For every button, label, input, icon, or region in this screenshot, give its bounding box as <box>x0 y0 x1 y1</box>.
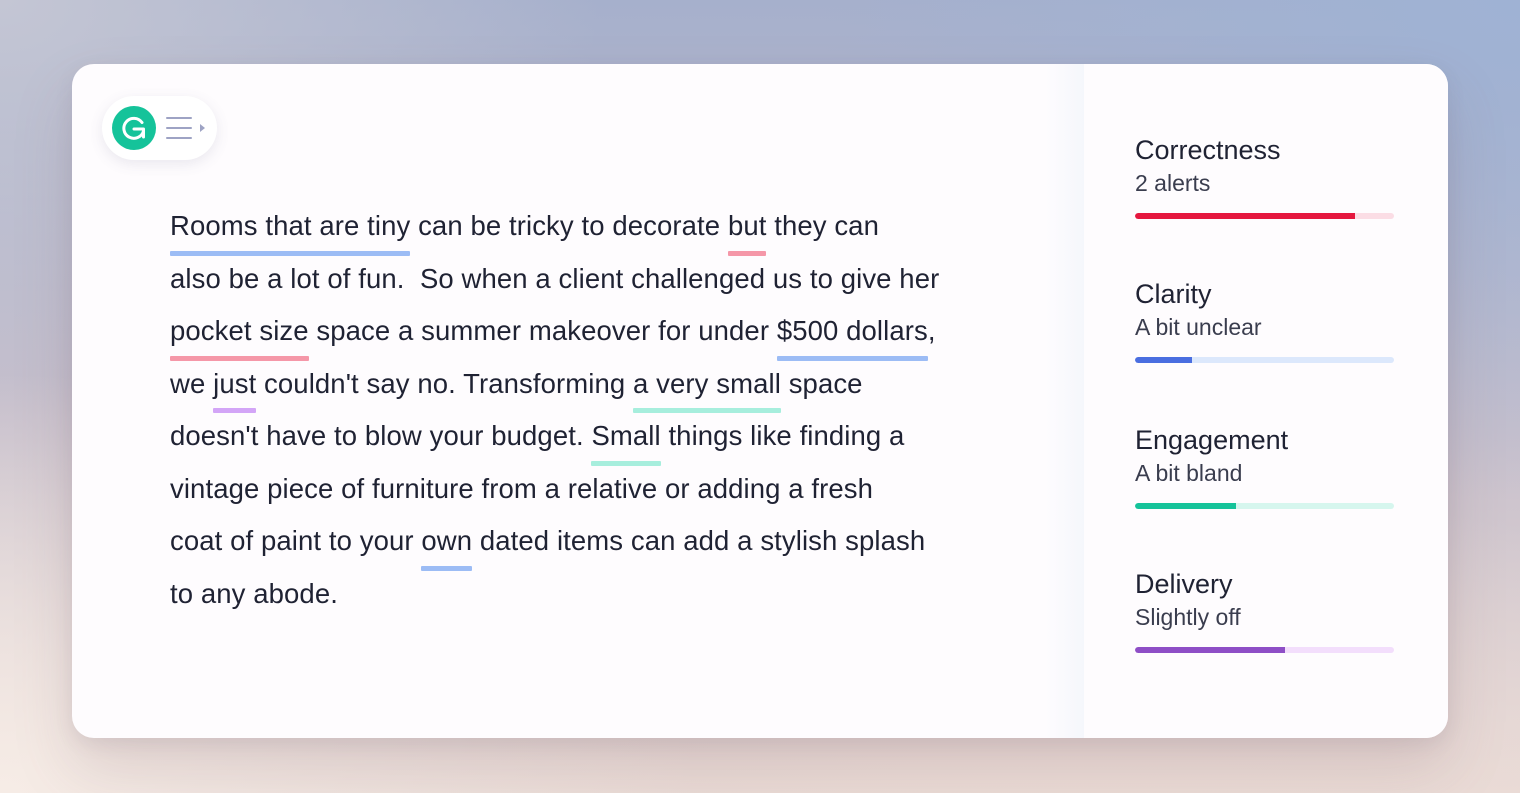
text-line: we just couldn't say no. Transforming a … <box>170 358 1030 413</box>
suggestion-highlight-purple[interactable]: just <box>213 358 257 413</box>
suggestion-highlight-blue[interactable]: Rooms that are tiny <box>170 200 411 255</box>
metric-progress-bar <box>1135 647 1394 653</box>
metric-progress-bar <box>1135 503 1394 509</box>
text-segment: they can <box>766 210 879 241</box>
text-segment: space <box>780 367 863 399</box>
text-segment: things like finding a <box>660 420 905 451</box>
text-line: doesn't have to blow your budget. Small … <box>170 410 1030 465</box>
metric-correctness[interactable]: Correctness 2 alerts <box>1135 134 1394 219</box>
metric-title: Clarity <box>1135 279 1212 309</box>
metric-progress-bar <box>1135 213 1394 219</box>
suggestion-highlight-green[interactable]: Small <box>591 410 661 465</box>
suggestion-highlight-green[interactable]: a very small <box>633 358 781 413</box>
metric-clarity[interactable]: Clarity A bit unclear <box>1135 278 1394 363</box>
text-line: Rooms that are tiny can be tricky to dec… <box>170 200 1030 255</box>
text-line: also be a lot of fun. So when a client c… <box>170 253 1030 306</box>
metric-delivery[interactable]: Delivery Slightly off <box>1135 568 1394 653</box>
metric-status: A bit bland <box>1135 460 1243 486</box>
grammarly-logo-icon <box>112 106 156 150</box>
text-line: vintage piece of furniture from a relati… <box>170 463 1030 516</box>
metric-title: Engagement <box>1135 425 1289 455</box>
metric-title: Correctness <box>1135 135 1281 165</box>
text-segment: can be tricky to decorate <box>410 210 728 241</box>
metric-progress-fill <box>1135 503 1236 509</box>
metric-title: Delivery <box>1135 569 1233 599</box>
text-segment: coat of paint to your <box>170 525 422 556</box>
text-line: pocket size space a summer makeover for … <box>170 305 1030 360</box>
text-segment: vintage piece of furniture from a relati… <box>170 472 874 504</box>
metric-progress-fill <box>1135 647 1286 653</box>
menu-icon[interactable] <box>166 117 192 139</box>
metric-progress-fill <box>1135 357 1192 363</box>
text-segment: couldn't say no. Transforming <box>256 367 634 399</box>
editor-card: Rooms that are tiny can be tricky to dec… <box>72 64 1448 738</box>
text-segment: also be a lot of fun. So when a client c… <box>170 262 940 294</box>
text-segment: space a summer makeover for under <box>308 315 777 346</box>
caret-right-icon[interactable] <box>200 124 205 132</box>
document-text[interactable]: Rooms that are tiny can be tricky to dec… <box>170 200 1030 620</box>
assistant-sidebar: Correctness 2 alerts Clarity A bit uncle… <box>1044 64 1448 738</box>
suggestion-highlight-blue[interactable]: own <box>421 515 472 570</box>
grammarly-widget[interactable] <box>102 96 217 160</box>
text-segment: doesn't have to blow your budget. <box>170 420 592 451</box>
text-line: coat of paint to your own dated items ca… <box>170 515 1030 570</box>
suggestion-highlight-blue[interactable]: $500 dollars <box>776 305 928 360</box>
text-segment: dated items can add a stylish splash <box>472 525 926 556</box>
text-line: to any abode. <box>170 568 1030 621</box>
metric-status: Slightly off <box>1135 604 1241 630</box>
suggestion-highlight-red[interactable]: pocket size <box>170 305 309 360</box>
suggestion-highlight-red[interactable]: but <box>727 200 767 255</box>
text-segment: to any abode. <box>170 577 338 609</box>
metric-status: A bit unclear <box>1135 314 1262 340</box>
metric-status: 2 alerts <box>1135 170 1211 196</box>
text-segment: , <box>927 315 936 346</box>
text-segment: we <box>170 367 214 399</box>
metric-progress-bar <box>1135 357 1394 363</box>
metric-engagement[interactable]: Engagement A bit bland <box>1135 424 1394 509</box>
metric-progress-fill <box>1135 213 1356 219</box>
